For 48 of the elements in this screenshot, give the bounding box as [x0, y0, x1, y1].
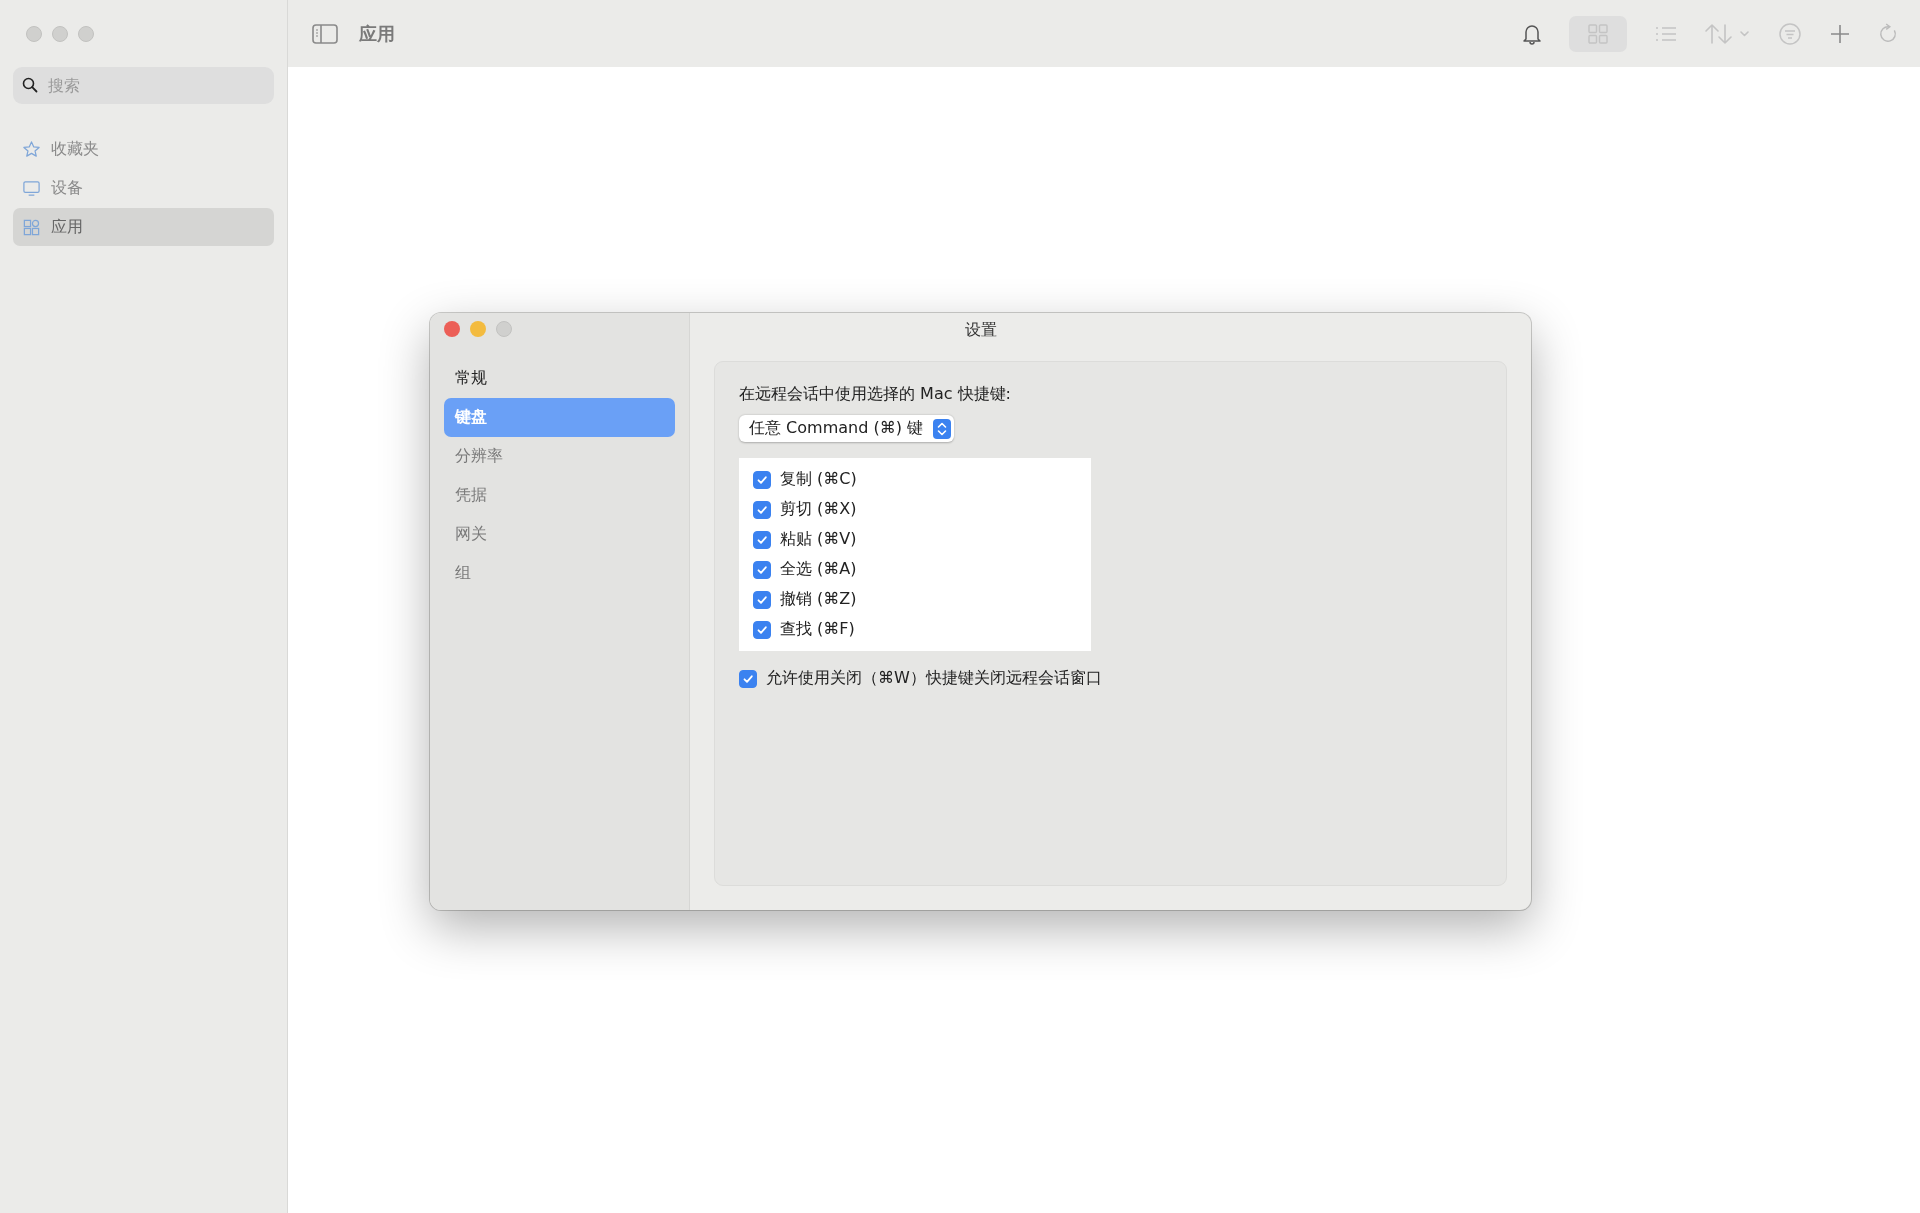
filter-icon[interactable]: [1778, 21, 1802, 46]
settings-nav-item[interactable]: 键盘: [444, 398, 675, 437]
checkbox[interactable]: [739, 669, 757, 688]
window-title: 应用: [359, 21, 395, 46]
shortcut-popup[interactable]: 任意 Command (⌘) 键: [739, 415, 954, 442]
settings-title: 设置: [963, 319, 998, 341]
checkmark-icon: [756, 593, 768, 606]
close-button[interactable]: [26, 25, 42, 42]
checkbox-label: 全选 (⌘A): [780, 559, 857, 580]
star-icon: [22, 139, 41, 159]
sidebar-toggle-icon[interactable]: [312, 22, 338, 45]
checkbox[interactable]: [753, 560, 771, 579]
minimize-button[interactable]: [470, 321, 486, 337]
settings-nav-item[interactable]: 常规: [444, 359, 675, 398]
close-button[interactable]: [444, 321, 460, 337]
checkbox-label: 允许使用关闭（⌘W）快捷键关闭远程会话窗口: [766, 668, 1102, 689]
grid-view-button[interactable]: [1569, 15, 1627, 52]
chevron-updown-icon: [933, 418, 951, 439]
sort-icon[interactable]: [1705, 22, 1751, 45]
checkmark-icon: [756, 563, 768, 576]
bell-icon[interactable]: [1522, 22, 1542, 45]
checkmark-icon: [742, 672, 754, 685]
checkmark-icon: [756, 623, 768, 636]
checkbox-label: 查找 (⌘F): [780, 619, 855, 640]
checkbox[interactable]: [753, 470, 771, 489]
minimize-button[interactable]: [52, 25, 68, 42]
checkbox[interactable]: [753, 530, 771, 549]
sidebar-item[interactable]: 应用: [13, 208, 274, 246]
plus-icon[interactable]: [1829, 22, 1851, 45]
sidebar-item[interactable]: 设备: [13, 169, 274, 207]
shortcut-label: 在远程会话中使用选择的 Mac 快捷键:: [739, 384, 1011, 405]
checkbox-label: 复制 (⌘C): [780, 469, 857, 490]
checkbox-label: 剪切 (⌘X): [780, 499, 857, 520]
checkbox[interactable]: [753, 500, 771, 519]
checkmark-icon: [756, 533, 768, 546]
checkbox[interactable]: [753, 620, 771, 639]
checkbox-label: 撤销 (⌘Z): [780, 589, 857, 610]
monitor-icon: [22, 178, 41, 198]
sidebar-item[interactable]: 收藏夹: [13, 130, 274, 168]
checkmark-icon: [756, 473, 768, 486]
grid-icon: [1587, 22, 1609, 45]
checkbox[interactable]: [753, 590, 771, 609]
checkmark-icon: [756, 503, 768, 516]
checkbox-label: 粘贴 (⌘V): [780, 529, 857, 550]
apps-icon: [22, 217, 41, 237]
search-field[interactable]: 搜索: [13, 67, 274, 104]
zoom-button[interactable]: [78, 25, 94, 42]
zoom-button[interactable]: [496, 321, 512, 337]
